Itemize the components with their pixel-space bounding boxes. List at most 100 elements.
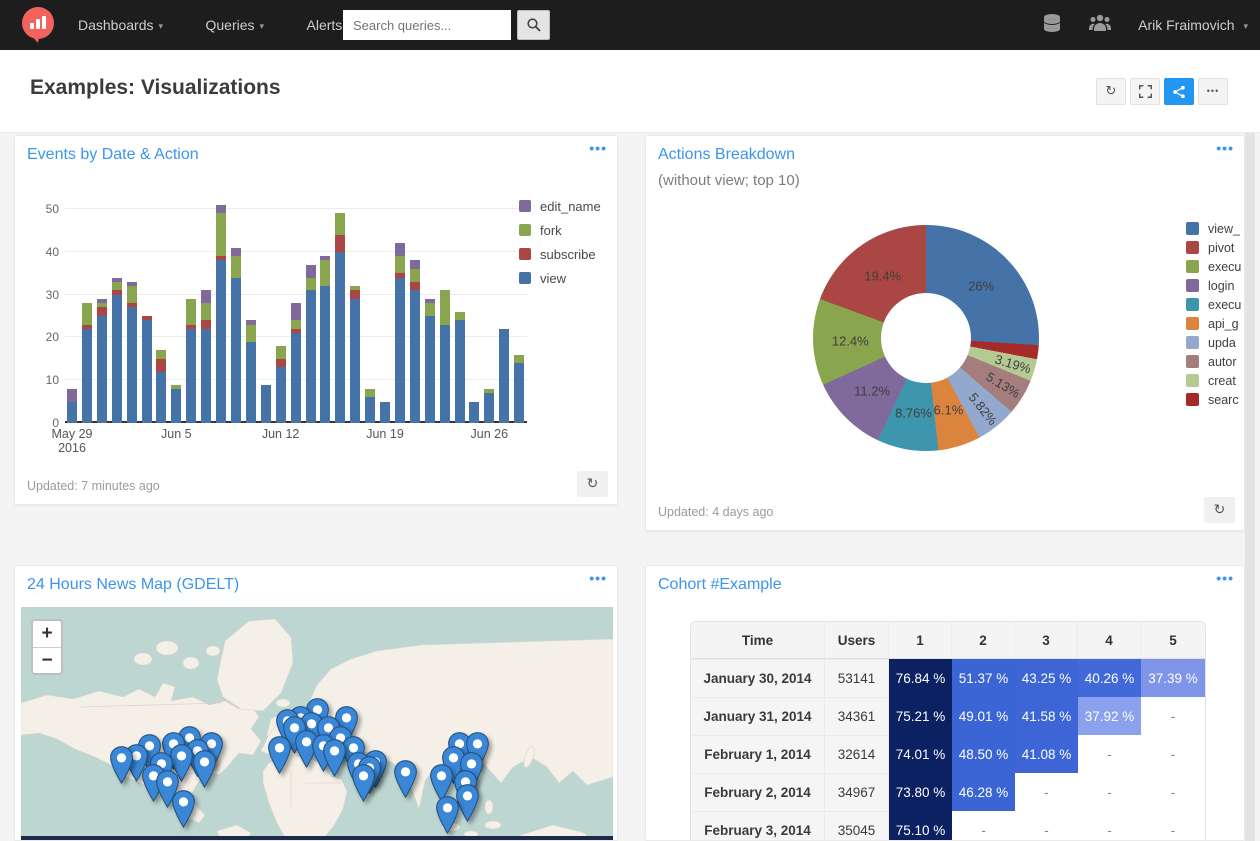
legend-item-execu[interactable]: execu — [1186, 258, 1244, 277]
map-marker-pin[interactable] — [109, 746, 134, 785]
widget-title-link[interactable]: Cohort #Example — [658, 576, 782, 594]
legend-item-searc[interactable]: searc — [1186, 391, 1244, 410]
bar-segment-fork — [514, 354, 525, 364]
cohort-users-cell: 53141 — [825, 659, 889, 697]
cohort-value-cell: - — [1015, 811, 1078, 840]
cohort-header-cell: 3 — [1015, 622, 1078, 659]
map-marker-pin[interactable] — [192, 750, 217, 789]
cohort-value-cell: 76.84 % — [889, 659, 952, 697]
cohort-value-cell: 73.80 % — [889, 773, 952, 811]
bar-segment-fork — [394, 256, 405, 274]
refresh-dashboard-button[interactable]: ↻ — [1096, 78, 1126, 105]
page-scrollbar[interactable] — [1245, 50, 1255, 841]
nav-item-dashboards[interactable]: Dashboards ▾ — [66, 0, 175, 51]
zoom-in-button[interactable]: + — [33, 621, 61, 647]
groups-icon[interactable] — [1088, 13, 1112, 38]
widget-refresh-button[interactable]: ↻ — [577, 471, 608, 497]
donut-hole — [881, 293, 971, 383]
widget-title-link[interactable]: Events by Date & Action — [27, 146, 199, 164]
search-input[interactable] — [343, 10, 511, 40]
widget-menu-button[interactable]: ••• — [1216, 570, 1234, 586]
search-button[interactable] — [517, 10, 550, 40]
fullscreen-icon — [1138, 85, 1152, 98]
bar-segment-subscribe — [409, 281, 420, 291]
bar-chart-y-axis: 0 10 20 30 40 50 — [31, 201, 59, 430]
legend-swatch — [1186, 317, 1199, 330]
cohort-value-cell: 37.39 % — [1141, 659, 1205, 697]
legend-swatch — [1186, 355, 1199, 368]
bar-segment-fork — [320, 260, 331, 286]
share-button[interactable] — [1164, 78, 1194, 105]
zoom-out-button[interactable]: − — [33, 647, 61, 673]
fullscreen-button[interactable] — [1130, 78, 1160, 105]
more-actions-button[interactable]: ••• — [1198, 78, 1228, 105]
map-marker-pin[interactable] — [435, 796, 460, 835]
legend-item-creat[interactable]: creat — [1186, 372, 1244, 391]
cohort-table-container: Time Users 1 2 3 4 5 January 30, 2014 53141 76.84… — [690, 621, 1206, 840]
map-marker-pin[interactable] — [267, 736, 292, 775]
legend-label: searc — [1208, 393, 1239, 407]
bar-segment-subscribe — [111, 290, 122, 295]
navbar: Dashboards ▾ Queries ▾ Alerts Search que… — [0, 0, 1260, 50]
cohort-header-cell: Time — [691, 622, 825, 659]
bar-segment-subscribe — [96, 307, 107, 316]
widget-actions-breakdown: Actions Breakdown (without view; top 10)… — [645, 135, 1245, 531]
widget-news-map: 24 Hours News Map (GDELT) ••• + − — [14, 565, 618, 841]
legend-item-execu[interactable]: execu — [1186, 296, 1244, 315]
legend-label: view — [540, 271, 567, 286]
widget-title-link[interactable]: Actions Breakdown — [658, 146, 795, 164]
cohort-header-cell: 2 — [952, 622, 1015, 659]
legend-item-subscribe[interactable]: subscribe — [519, 246, 601, 264]
redash-logo-icon[interactable] — [16, 3, 60, 47]
data-sources-icon[interactable] — [1042, 13, 1062, 38]
map-marker-pin[interactable] — [322, 739, 347, 778]
widget-refresh-button[interactable]: ↻ — [1204, 497, 1235, 523]
bar-segment-fork — [350, 286, 361, 291]
bar-segment-subscribe — [350, 290, 361, 299]
bar-segment-fork — [484, 388, 495, 393]
legend-item-login[interactable]: login — [1186, 277, 1244, 296]
bar-segment-view — [514, 363, 525, 423]
legend-swatch — [1186, 393, 1199, 406]
leaflet-map[interactable]: + − — [21, 607, 613, 840]
cohort-value-cell: - — [1141, 735, 1205, 773]
legend-item-view_[interactable]: view_ — [1186, 220, 1244, 239]
bar-segment-edit_name — [290, 303, 301, 321]
pie-slice-label: 26% — [968, 278, 995, 294]
nav-item-queries[interactable]: Queries ▾ — [193, 0, 276, 51]
legend-swatch — [1186, 374, 1199, 387]
legend-item-api_g[interactable]: api_g — [1186, 315, 1244, 334]
legend-item-upda[interactable]: upda — [1186, 334, 1244, 353]
bar-segment-view — [305, 290, 316, 423]
widget-menu-button[interactable]: ••• — [589, 140, 607, 156]
bar-segment-view — [171, 388, 182, 423]
widget-title-link[interactable]: 24 Hours News Map (GDELT) — [27, 576, 239, 594]
map-marker-pin[interactable] — [351, 764, 376, 803]
widget-menu-button[interactable]: ••• — [589, 570, 607, 586]
bar-segment-view — [156, 371, 167, 423]
bar-segment-view — [260, 384, 271, 423]
cohort-time-cell: February 1, 2014 — [691, 735, 825, 773]
widget-events-by-date-action: Events by Date & Action ••• 0 10 20 30 40 50 … — [14, 135, 618, 505]
legend-label: autor — [1208, 355, 1237, 369]
bar-segment-view — [230, 277, 241, 423]
map-marker-pin[interactable] — [393, 760, 418, 799]
legend-label: upda — [1208, 336, 1236, 350]
cohort-header-cell: Users — [825, 622, 889, 659]
bar-segment-view — [81, 328, 92, 423]
bar-segment-view — [96, 316, 107, 423]
cohort-header-cell: 4 — [1078, 622, 1141, 659]
pie-slice-label: 6.1% — [933, 402, 964, 418]
legend-item-pivot[interactable]: pivot — [1186, 239, 1244, 258]
bar-segment-view — [290, 333, 301, 423]
widget-subtitle: (without view; top 10) — [658, 172, 800, 189]
legend-item-autor[interactable]: autor — [1186, 353, 1244, 372]
legend-item-view[interactable]: view — [519, 270, 601, 288]
widget-menu-button[interactable]: ••• — [1216, 140, 1234, 156]
legend-item-edit_name[interactable]: edit_name — [519, 198, 601, 216]
legend-item-fork[interactable]: fork — [519, 222, 601, 240]
cohort-value-cell: - — [952, 811, 1015, 840]
bar-segment-edit_name — [126, 281, 137, 286]
map-marker-pin[interactable] — [171, 790, 196, 829]
user-menu[interactable]: Arik Fraimovich ▾ — [1138, 17, 1248, 33]
